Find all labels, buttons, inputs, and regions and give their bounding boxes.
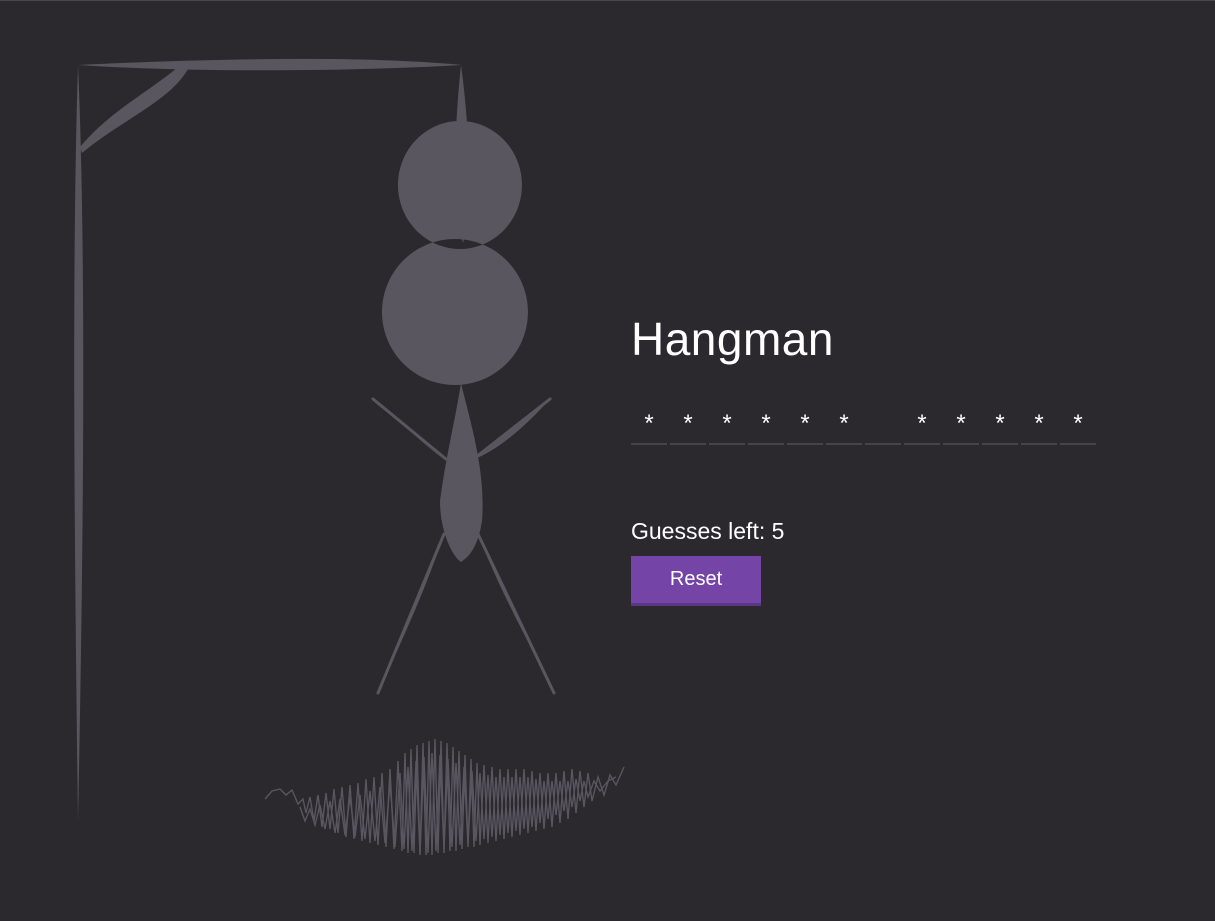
- gallows-beam: [78, 58, 462, 71]
- letter-slot: *: [982, 405, 1018, 445]
- torso: [440, 383, 483, 562]
- hangman-drawing: [74, 58, 625, 856]
- gallows-brace: [80, 67, 188, 153]
- guesses-left: Guesses left: 5: [631, 518, 785, 544]
- word-display: * * * * * * * * * * *: [631, 405, 1131, 445]
- letter-slot: *: [1060, 405, 1096, 445]
- letter-slot: *: [748, 405, 784, 445]
- letter-slot: *: [826, 405, 862, 445]
- head: [381, 121, 528, 385]
- letter-slot: *: [670, 405, 706, 445]
- letter-slot: *: [1021, 405, 1057, 445]
- letter-slot: *: [943, 405, 979, 445]
- ground-scribble: [264, 738, 625, 856]
- letter-slot: *: [904, 405, 940, 445]
- game-title: Hangman: [631, 313, 834, 365]
- gallows-post: [74, 65, 84, 821]
- letter-slot: *: [631, 405, 667, 445]
- letter-slot: [865, 405, 901, 445]
- reset-button[interactable]: Reset: [631, 556, 761, 606]
- letter-slot: *: [787, 405, 823, 445]
- game-panel: Hangman * * * * * * * * * * * Guesses le…: [631, 309, 1131, 606]
- letter-slot: *: [709, 405, 745, 445]
